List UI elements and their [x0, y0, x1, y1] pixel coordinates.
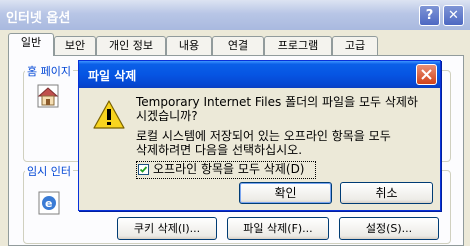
- close-icon: [421, 69, 432, 80]
- cancel-button[interactable]: 취소: [340, 182, 433, 204]
- window-titlebar: 인터넷 옵션 ? ✕: [0, 0, 470, 30]
- temp-files-icon: e: [37, 190, 63, 216]
- delete-files-dialog: 파일 삭제 Temporary Internet Files 폴더의 파일을 모…: [78, 60, 441, 211]
- tab-programs[interactable]: 프로그램: [264, 36, 332, 55]
- help-button[interactable]: ?: [419, 5, 440, 26]
- checkbox-box[interactable]: [138, 164, 149, 175]
- window-close-button[interactable]: ✕: [443, 5, 464, 26]
- window-title: 인터넷 옵션: [6, 11, 71, 26]
- temp-files-group-label: 임시 인터: [25, 163, 73, 179]
- delete-files-button[interactable]: 파일 삭제(F)...: [227, 217, 329, 240]
- tab-security[interactable]: 보안: [54, 36, 96, 55]
- delete-cookies-button[interactable]: 쿠키 삭제(I)...: [117, 217, 217, 240]
- tab-advanced[interactable]: 고급: [332, 36, 378, 55]
- dialog-message-line-1: Temporary Internet Files 폴더의 파일을 모두 삭제하: [136, 95, 418, 109]
- tab-general[interactable]: 일반: [8, 33, 54, 56]
- tab-privacy[interactable]: 개인 정보: [96, 36, 166, 55]
- dialog-close-button[interactable]: [416, 64, 437, 85]
- dialog-titlebar: 파일 삭제: [79, 61, 440, 88]
- tab-connections[interactable]: 연결: [212, 36, 264, 55]
- dialog-message-line-3: 로컬 시스템에 저장되어 있는 오프라인 항목을 모두: [136, 129, 391, 143]
- tab-strip: 일반 보안 개인 정보 내용 연결 프로그램 고급: [6, 33, 466, 56]
- check-icon: [139, 166, 148, 173]
- tab-content[interactable]: 내용: [166, 36, 212, 55]
- warning-icon: [93, 99, 125, 131]
- ok-button[interactable]: 확인: [239, 182, 332, 204]
- svg-text:e: e: [45, 197, 52, 210]
- home-page-icon: [35, 82, 63, 110]
- home-page-group-label: 홈 페이지: [25, 63, 73, 79]
- checkbox-label: 오프라인 항목을 모두 삭제(D): [153, 162, 305, 176]
- settings-button[interactable]: 설정(S)...: [339, 217, 439, 240]
- delete-offline-checkbox[interactable]: 오프라인 항목을 모두 삭제(D): [136, 161, 316, 179]
- dialog-message-line-4: 삭제하려면 다음을 선택하십시오.: [136, 143, 303, 157]
- dialog-title: 파일 삭제: [88, 69, 137, 83]
- dialog-message-line-2: 시겠습니까?: [136, 109, 198, 123]
